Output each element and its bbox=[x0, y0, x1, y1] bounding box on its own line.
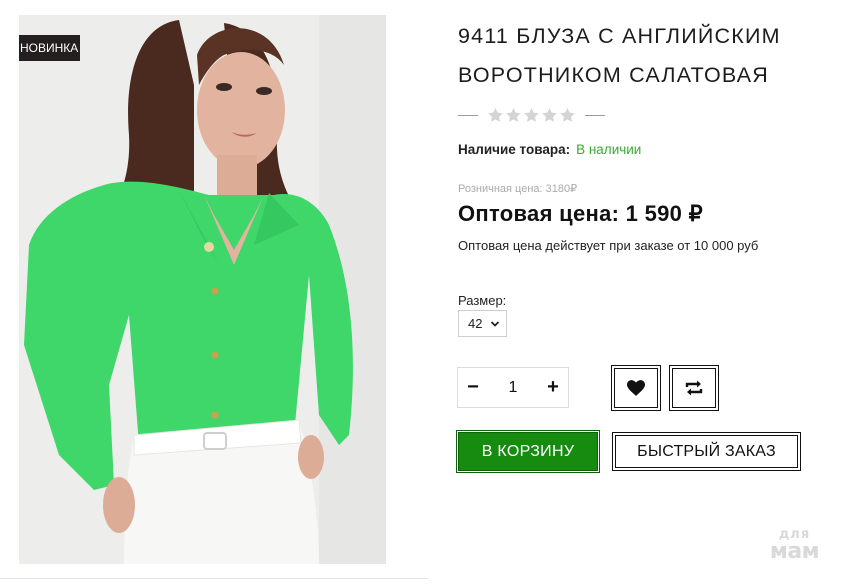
quick-order-button[interactable]: БЫСТРЫЙ ЗАКАЗ bbox=[612, 432, 801, 471]
watermark-line2: мам bbox=[769, 539, 820, 564]
availability-value: В наличии bbox=[576, 142, 642, 157]
rating-right-dash bbox=[585, 114, 605, 116]
compare-button[interactable] bbox=[669, 365, 719, 411]
wholesale-note: Оптовая цена действует при заказе от 10 … bbox=[458, 238, 759, 253]
divider bbox=[0, 578, 428, 579]
size-label: Размер: bbox=[458, 293, 507, 308]
quantity-stepper[interactable]: − 1 + bbox=[457, 367, 569, 408]
rating-stars[interactable] bbox=[488, 108, 575, 122]
rating-left-dash bbox=[458, 114, 478, 116]
size-select[interactable]: 42 bbox=[458, 310, 507, 337]
retail-price: Розничная цена: 3180₽ bbox=[458, 183, 578, 195]
star-icon[interactable] bbox=[488, 108, 503, 122]
size-selected-value: 42 bbox=[468, 316, 483, 331]
new-badge: НОВИНКА bbox=[19, 35, 80, 61]
heart-icon bbox=[627, 380, 645, 396]
product-title: 9411 Блуза с английским воротником салат… bbox=[458, 24, 781, 87]
star-icon[interactable] bbox=[560, 108, 575, 122]
chevron-down-icon bbox=[490, 321, 500, 327]
star-icon[interactable] bbox=[506, 108, 521, 122]
add-to-cart-button[interactable]: В КОРЗИНУ bbox=[456, 430, 600, 473]
quantity-minus-button[interactable]: − bbox=[458, 368, 488, 407]
favorite-button[interactable] bbox=[611, 365, 661, 411]
quantity-value[interactable]: 1 bbox=[509, 379, 518, 397]
rating[interactable] bbox=[458, 105, 605, 125]
availability-label: Наличие товара: bbox=[458, 142, 571, 157]
availability: Наличие товара: В наличии bbox=[458, 142, 641, 157]
quantity-plus-button[interactable]: + bbox=[538, 368, 568, 407]
wholesale-price: Оптовая цена: 1 590 ₽ bbox=[458, 201, 703, 226]
star-icon[interactable] bbox=[524, 108, 539, 122]
compare-arrows-icon bbox=[685, 380, 703, 396]
product-photo[interactable]: НОВИНКА bbox=[19, 15, 386, 564]
star-icon[interactable] bbox=[542, 108, 557, 122]
watermark-logo: для мам bbox=[757, 526, 832, 564]
